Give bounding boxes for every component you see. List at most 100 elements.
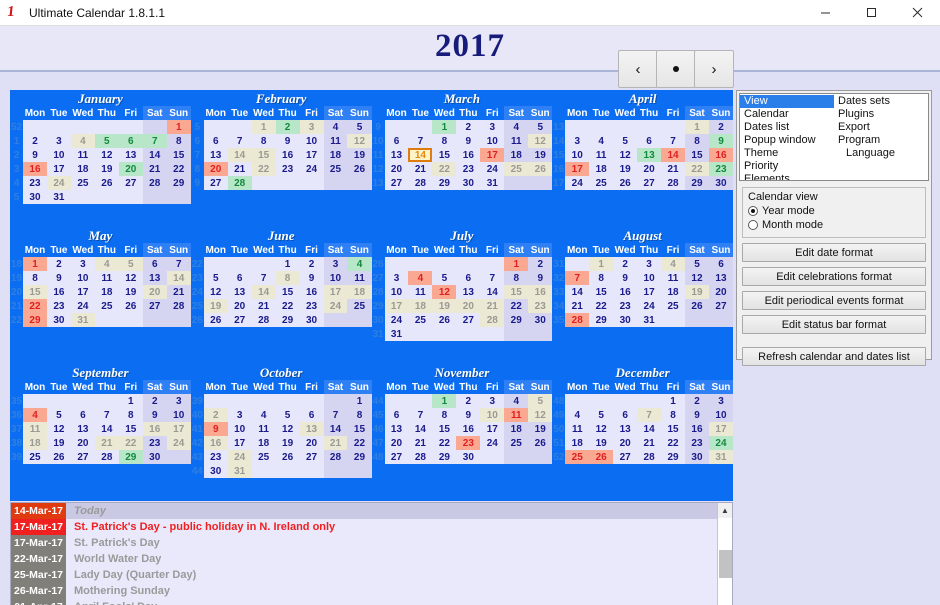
- day-cell[interactable]: 17: [299, 148, 324, 162]
- day-cell[interactable]: 18: [504, 422, 529, 436]
- day-cell[interactable]: 4: [661, 257, 686, 271]
- day-cell[interactable]: 10: [708, 408, 733, 422]
- day-cell[interactable]: 5: [275, 408, 300, 422]
- day-cell[interactable]: 5: [589, 408, 614, 422]
- minimize-icon[interactable]: [802, 0, 848, 25]
- day-cell[interactable]: 16: [299, 285, 324, 299]
- day-cell[interactable]: 28: [94, 450, 119, 464]
- day-cell[interactable]: 27: [637, 176, 662, 190]
- day-cell[interactable]: 7: [142, 134, 167, 148]
- day-cell[interactable]: 22: [118, 436, 143, 450]
- day-cell[interactable]: 22: [504, 299, 529, 313]
- day-cell[interactable]: 10: [384, 285, 409, 299]
- day-cell[interactable]: 9: [299, 271, 324, 285]
- day-cell[interactable]: 6: [118, 134, 143, 148]
- day-cell[interactable]: 24: [70, 299, 95, 313]
- day-cell[interactable]: 12: [528, 134, 553, 148]
- day-cell[interactable]: 20: [142, 285, 167, 299]
- day-cell[interactable]: 2: [23, 134, 47, 148]
- day-cell[interactable]: 28: [142, 176, 167, 190]
- radio-year-mode[interactable]: Year mode: [748, 204, 920, 218]
- day-cell[interactable]: 21: [637, 436, 662, 450]
- day-cell[interactable]: 22: [275, 299, 300, 313]
- day-cell[interactable]: 26: [528, 162, 553, 176]
- day-cell[interactable]: 2: [46, 257, 71, 271]
- day-cell[interactable]: 18: [70, 162, 95, 176]
- day-cell[interactable]: 27: [613, 450, 638, 464]
- refresh-calendar-button[interactable]: Refresh calendar and dates list: [742, 347, 926, 366]
- radio-month-mode[interactable]: Month mode: [748, 218, 920, 232]
- day-cell[interactable]: 18: [23, 436, 47, 450]
- day-cell[interactable]: 16: [456, 148, 481, 162]
- day-cell[interactable]: 6: [384, 134, 409, 148]
- day-cell[interactable]: 1: [118, 394, 143, 408]
- day-cell[interactable]: 19: [203, 299, 228, 313]
- day-cell[interactable]: 15: [23, 285, 47, 299]
- day-cell[interactable]: 26: [347, 162, 372, 176]
- day-cell[interactable]: 12: [347, 134, 372, 148]
- day-cell[interactable]: 20: [384, 162, 409, 176]
- day-cell[interactable]: 17: [565, 162, 590, 176]
- option-item-popup-window[interactable]: Popup window: [740, 134, 834, 147]
- day-cell[interactable]: 8: [504, 271, 529, 285]
- day-cell[interactable]: 21: [251, 299, 276, 313]
- day-cell[interactable]: 16: [708, 148, 733, 162]
- day-cell[interactable]: 3: [480, 394, 505, 408]
- day-cell[interactable]: 13: [227, 285, 252, 299]
- list-item[interactable]: 01-Apr-17April Fools' Day: [11, 599, 717, 605]
- day-cell[interactable]: 1: [347, 394, 372, 408]
- day-cell[interactable]: 27: [70, 450, 95, 464]
- day-cell[interactable]: 18: [94, 285, 119, 299]
- day-cell[interactable]: 28: [166, 299, 191, 313]
- day-cell[interactable]: 20: [637, 162, 662, 176]
- day-cell[interactable]: 9: [142, 408, 167, 422]
- day-cell[interactable]: 1: [685, 120, 709, 134]
- day-cell[interactable]: 26: [203, 313, 228, 327]
- day-cell[interactable]: 1: [275, 257, 300, 271]
- day-cell[interactable]: 22: [432, 436, 457, 450]
- day-cell[interactable]: 7: [408, 408, 433, 422]
- day-cell[interactable]: 13: [299, 422, 324, 436]
- day-cell[interactable]: 18: [347, 285, 372, 299]
- day-cell[interactable]: 8: [275, 271, 300, 285]
- day-cell[interactable]: 30: [46, 313, 71, 327]
- day-cell[interactable]: 23: [275, 162, 300, 176]
- day-cell[interactable]: 17: [46, 162, 71, 176]
- day-cell[interactable]: 17: [323, 285, 348, 299]
- close-icon[interactable]: [894, 0, 940, 25]
- day-cell[interactable]: 14: [661, 148, 686, 162]
- day-cell[interactable]: 17: [708, 422, 733, 436]
- day-cell[interactable]: 19: [685, 285, 709, 299]
- list-item[interactable]: 26-Mar-17 Mothering Sunday: [11, 583, 717, 599]
- day-cell[interactable]: 3: [480, 120, 505, 134]
- day-cell[interactable]: 20: [708, 285, 733, 299]
- day-cell[interactable]: 2: [456, 120, 481, 134]
- day-cell[interactable]: 11: [251, 422, 276, 436]
- day-cell[interactable]: 10: [637, 271, 662, 285]
- day-cell[interactable]: 20: [384, 436, 409, 450]
- day-cell[interactable]: 5: [432, 271, 457, 285]
- day-cell[interactable]: 12: [46, 422, 71, 436]
- day-cell[interactable]: 4: [251, 408, 276, 422]
- day-cell[interactable]: 13: [708, 271, 733, 285]
- day-cell[interactable]: 8: [23, 271, 47, 285]
- option-item-elements[interactable]: Elements: [740, 173, 834, 180]
- day-cell[interactable]: 8: [166, 134, 191, 148]
- day-cell[interactable]: 25: [70, 176, 95, 190]
- day-cell[interactable]: 23: [299, 299, 324, 313]
- day-cell[interactable]: 8: [118, 408, 143, 422]
- day-cell[interactable]: 30: [456, 176, 481, 190]
- day-cell[interactable]: 29: [504, 313, 529, 327]
- day-cell[interactable]: 13: [118, 148, 143, 162]
- day-cell[interactable]: 21: [661, 162, 686, 176]
- day-cell[interactable]: 30: [685, 450, 709, 464]
- day-cell[interactable]: 25: [251, 450, 276, 464]
- day-cell[interactable]: 11: [504, 134, 529, 148]
- day-cell[interactable]: 12: [528, 408, 553, 422]
- option-item-dates-list[interactable]: Dates list: [740, 121, 834, 134]
- day-cell[interactable]: 19: [275, 436, 300, 450]
- day-cell[interactable]: 24: [480, 162, 505, 176]
- day-cell[interactable]: 4: [23, 408, 47, 422]
- day-cell[interactable]: 18: [323, 148, 348, 162]
- day-cell[interactable]: 11: [94, 271, 119, 285]
